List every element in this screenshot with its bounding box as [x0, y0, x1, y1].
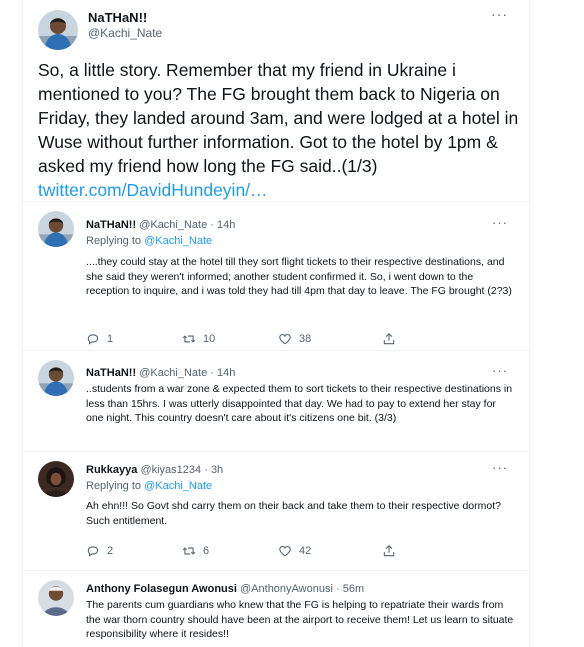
retweet-count: 10: [203, 333, 216, 345]
like-button[interactable]: 38: [278, 331, 311, 347]
reply-header: NaTHaN!! @Kachi_Nate · 14h: [86, 367, 235, 379]
reply-button[interactable]: 1: [86, 331, 113, 347]
author-name[interactable]: Anthony Folasegun Awonusi: [86, 583, 237, 595]
share-button[interactable]: [382, 331, 396, 347]
main-tweet[interactable]: NaTHaN!! @Kachi_Nate ··· So, a little st…: [22, 0, 530, 202]
reply-tweet[interactable]: NaTHaN!! @Kachi_Nate · 14h ··· Replying …: [22, 203, 530, 351]
separator: ·: [204, 464, 208, 476]
reply-text: Ah ehn!!! So Govt shd carry them on thei…: [86, 500, 501, 527]
author-handle[interactable]: @kiyas1234: [140, 464, 201, 476]
reply-tweet[interactable]: Rukkayya @kiyas1234 · 3h ··· Replying to…: [22, 453, 530, 571]
timestamp[interactable]: 14h: [217, 367, 235, 379]
reply-text: The parents cum guardians who knew that …: [86, 599, 514, 641]
tweet-text-body: So, a little story. Remember that my fri…: [38, 60, 519, 176]
share-button[interactable]: [382, 543, 396, 559]
reply-tweet[interactable]: NaTHaN!! @Kachi_Nate · 14h ··· ..student…: [22, 352, 530, 452]
action-bar: 1 10 38: [86, 331, 466, 347]
reply-icon: [87, 334, 99, 345]
retweet-button[interactable]: 6: [182, 543, 209, 559]
like-count: 38: [299, 333, 312, 345]
tweet-link[interactable]: twitter.com/DavidHundeyin/…: [38, 180, 268, 200]
author-name[interactable]: Rukkayya: [86, 464, 137, 476]
separator: ·: [336, 583, 340, 595]
reply-count: 1: [107, 333, 114, 345]
author-name[interactable]: NaTHaN!!: [86, 219, 136, 231]
retweet-icon: [182, 335, 196, 343]
share-icon: [383, 545, 395, 557]
more-icon[interactable]: ···: [491, 6, 508, 22]
replying-to-link[interactable]: @Kachi_Nate: [144, 480, 212, 492]
retweet-count: 6: [203, 545, 210, 557]
reply-header: NaTHaN!! @Kachi_Nate · 14h: [86, 219, 235, 231]
like-icon: [279, 546, 291, 557]
timestamp[interactable]: 14h: [217, 219, 235, 231]
author-name[interactable]: NaTHaN!!: [86, 367, 136, 379]
author-handle[interactable]: @Kachi_Nate: [139, 219, 207, 231]
like-count: 42: [299, 545, 312, 557]
avatar[interactable]: [38, 360, 74, 396]
author-name[interactable]: NaTHaN!!: [88, 10, 147, 25]
replying-to: Replying to @Kachi_Nate: [86, 235, 212, 247]
author-handle[interactable]: @AnthonyAwonusi: [240, 583, 333, 595]
share-icon: [383, 333, 395, 345]
avatar[interactable]: [38, 211, 74, 247]
more-icon[interactable]: ···: [492, 363, 508, 378]
replying-to: Replying to @Kachi_Nate: [86, 480, 212, 492]
replying-prefix: Replying to: [86, 235, 145, 247]
tweet-text: So, a little story. Remember that my fri…: [38, 58, 522, 202]
separator: ·: [210, 367, 214, 379]
timestamp[interactable]: 56m: [343, 583, 364, 595]
author-handle[interactable]: @Kachi_Nate: [139, 367, 207, 379]
reply-header: Rukkayya @kiyas1234 · 3h: [86, 464, 223, 476]
retweet-button[interactable]: 10: [182, 331, 215, 347]
more-icon[interactable]: ···: [492, 460, 508, 475]
replying-to-link[interactable]: @Kachi_Nate: [144, 235, 212, 247]
reply-tweet[interactable]: Anthony Folasegun Awonusi @AnthonyAwonus…: [22, 572, 530, 647]
author-handle[interactable]: @Kachi_Nate: [88, 26, 162, 40]
reply-text: ..students from a war zone & expected th…: [86, 383, 513, 425]
retweet-icon: [182, 547, 196, 555]
reply-text: ....they could stay at the hotel till th…: [86, 256, 512, 298]
like-button[interactable]: 42: [278, 543, 311, 559]
replying-prefix: Replying to: [86, 480, 145, 492]
reply-count: 2: [107, 545, 114, 557]
more-icon[interactable]: ···: [492, 215, 508, 230]
action-bar: 2 6 42: [86, 543, 466, 559]
avatar[interactable]: [38, 461, 74, 497]
reply-header: Anthony Folasegun Awonusi @AnthonyAwonus…: [86, 583, 364, 595]
avatar[interactable]: [38, 10, 78, 50]
like-icon: [279, 334, 291, 345]
reply-button[interactable]: 2: [86, 543, 113, 559]
separator: ·: [210, 219, 214, 231]
reply-icon: [87, 546, 99, 557]
timestamp[interactable]: 3h: [211, 464, 223, 476]
avatar[interactable]: [38, 580, 74, 616]
